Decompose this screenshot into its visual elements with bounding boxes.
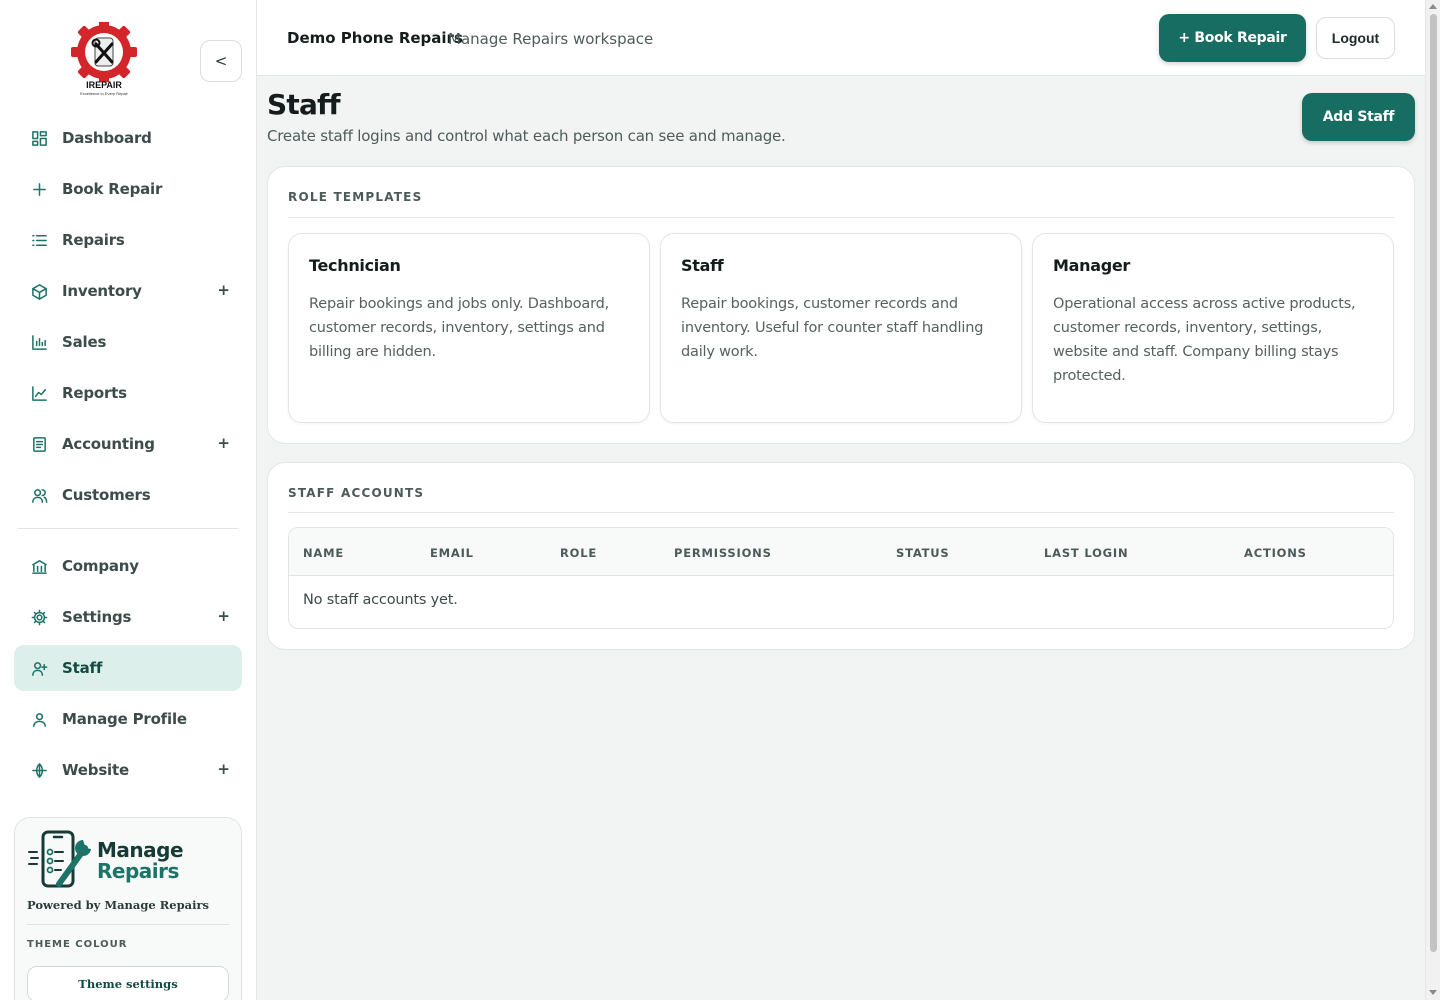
column-header-last-login[interactable]: LAST LOGIN (1044, 546, 1128, 560)
sidebar-item-customers[interactable]: Customers (14, 472, 242, 518)
role-title: Technician (309, 256, 401, 275)
sidebar-item-label: Dashboard (62, 129, 152, 147)
user-plus-icon (30, 659, 48, 677)
page-scrollbar[interactable] (1425, 0, 1440, 1000)
role-description: Repair bookings and jobs only. Dashboard… (309, 296, 610, 360)
line-chart-icon (30, 384, 48, 402)
powered-by-text: Powered by Manage Repairs (27, 898, 209, 912)
empty-table-message: No staff accounts yet. (303, 592, 458, 608)
sidebar-item-label: Sales (62, 333, 107, 351)
sidebar-item-dashboard[interactable]: Dashboard (14, 115, 242, 161)
add-staff-button[interactable]: Add Staff (1302, 93, 1415, 141)
collapse-sidebar-button[interactable]: < (200, 40, 242, 82)
plus-icon (30, 180, 48, 198)
role-description: Repair bookings, customer records and in… (681, 296, 984, 360)
ledger-icon (30, 435, 48, 453)
brand-word-repairs: Repairs (97, 859, 179, 883)
sidebar-item-website[interactable]: Website + (14, 747, 242, 793)
list-icon (30, 231, 48, 249)
sidebar-item-label: Settings (62, 608, 132, 626)
staff-table: NAME EMAIL ROLE PERMISSIONS STATUS LAST … (288, 527, 1394, 629)
sidebar-item-label: Manage Profile (62, 710, 187, 728)
company-name: Demo Phone Repairs (287, 29, 463, 47)
powered-by-panel: Manage Repairs Powered by Manage Repairs… (14, 817, 242, 1000)
scrollbar-thumb[interactable] (1430, 14, 1437, 952)
sidebar-item-label: Website (62, 761, 129, 779)
role-title: Manager (1053, 256, 1131, 275)
sidebar-item-label: Repairs (62, 231, 125, 249)
column-header-actions[interactable]: ACTIONS (1244, 546, 1307, 560)
section-divider (288, 217, 1394, 218)
role-description: Operational access across active product… (1053, 296, 1356, 384)
sidebar-item-label: Inventory (62, 282, 142, 300)
sidebar-item-inventory[interactable]: Inventory + (14, 268, 242, 314)
sidebar-item-sales[interactable]: Sales (14, 319, 242, 365)
expand-inventory-icon[interactable]: + (217, 281, 230, 299)
sidebar-item-staff[interactable]: Staff (14, 645, 242, 691)
bar-chart-icon (30, 333, 48, 351)
sidebar: IREPAIR Excellence in Every Repair < Das… (0, 0, 257, 1000)
book-repair-button[interactable]: + Book Repair (1159, 14, 1306, 62)
sidebar-item-label: Staff (62, 659, 103, 677)
expand-website-icon[interactable]: + (217, 760, 230, 778)
sidebar-item-label: Reports (62, 384, 127, 402)
role-templates-heading: ROLE TEMPLATES (288, 190, 423, 204)
theme-colour-label: THEME COLOUR (27, 939, 128, 950)
section-divider (288, 512, 1394, 513)
workspace-label: Manage Repairs workspace (448, 30, 654, 48)
topbar: Demo Phone Repairs Manage Repairs worksp… (257, 0, 1425, 76)
sidebar-item-label: Book Repair (62, 180, 163, 198)
column-header-name[interactable]: NAME (303, 546, 344, 560)
scroll-down-arrow-icon[interactable] (1429, 990, 1437, 995)
sidebar-item-company[interactable]: Company (14, 543, 242, 589)
theme-settings-button[interactable]: Theme settings (27, 966, 229, 1000)
staff-accounts-heading: STAFF ACCOUNTS (288, 486, 425, 500)
sidebar-item-label: Accounting (62, 435, 155, 453)
column-header-status[interactable]: STATUS (896, 546, 950, 560)
phone-wrench-icon (28, 830, 91, 888)
column-header-email[interactable]: EMAIL (430, 546, 474, 560)
logo-wordmark: IREPAIR (86, 80, 122, 90)
page-title: Staff (267, 88, 341, 121)
sidebar-item-repairs[interactable]: Repairs (14, 217, 242, 263)
role-templates-panel: ROLE TEMPLATES Technician Repair booking… (267, 166, 1415, 444)
expand-settings-icon[interactable]: + (217, 607, 230, 625)
column-header-permissions[interactable]: PERMISSIONS (674, 546, 772, 560)
powered-divider (27, 924, 229, 925)
users-icon (30, 486, 48, 504)
role-title: Staff (681, 256, 724, 275)
sidebar-item-label: Company (62, 557, 139, 575)
expand-accounting-icon[interactable]: + (217, 434, 230, 452)
user-icon (30, 710, 48, 728)
sidebar-item-settings[interactable]: Settings + (14, 594, 242, 640)
sidebar-item-accounting[interactable]: Accounting + (14, 421, 242, 467)
sidebar-nav: Dashboard Book Repair Repairs Inventory … (14, 115, 242, 798)
role-card-staff[interactable]: Staff Repair bookings, customer records … (660, 233, 1022, 423)
bank-icon (30, 557, 48, 575)
globe-icon (30, 761, 48, 779)
staff-accounts-panel: STAFF ACCOUNTS NAME EMAIL ROLE PERMISSIO… (267, 462, 1415, 650)
page-subtitle: Create staff logins and control what eac… (267, 127, 786, 145)
table-header: NAME EMAIL ROLE PERMISSIONS STATUS LAST … (289, 528, 1393, 576)
scroll-up-arrow-icon[interactable] (1429, 4, 1437, 9)
column-header-role[interactable]: ROLE (560, 546, 597, 560)
logo-tagline: Excellence in Every Repair (80, 91, 128, 96)
logout-button[interactable]: Logout (1316, 17, 1395, 59)
sidebar-divider (18, 528, 238, 529)
sidebar-item-reports[interactable]: Reports (14, 370, 242, 416)
sidebar-item-book-repair[interactable]: Book Repair (14, 166, 242, 212)
role-card-manager[interactable]: Manager Operational access across active… (1032, 233, 1394, 423)
dashboard-icon (30, 129, 48, 147)
sidebar-item-manage-profile[interactable]: Manage Profile (14, 696, 242, 742)
box-icon (30, 282, 48, 300)
sidebar-item-label: Customers (62, 486, 151, 504)
gear-icon (30, 608, 48, 626)
role-card-technician[interactable]: Technician Repair bookings and jobs only… (288, 233, 650, 423)
